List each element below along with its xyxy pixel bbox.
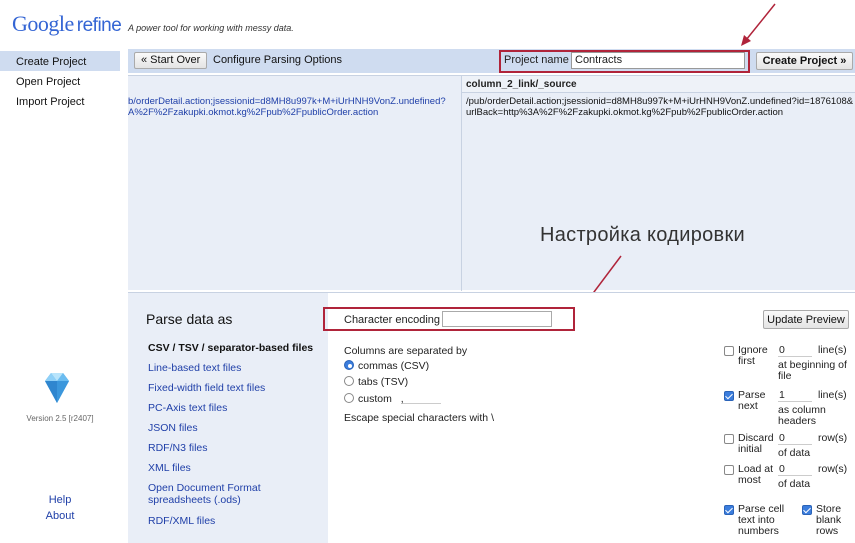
load-at-most-label-2: most — [738, 474, 761, 486]
encoding-annotation-text: Настройка кодировки — [540, 224, 746, 246]
parse-next-unit: line(s) — [818, 389, 847, 401]
column-divider — [461, 76, 462, 291]
load-at-most-tail: of data — [778, 478, 811, 490]
parse-next-checkbox[interactable] — [724, 391, 734, 401]
parse-next-label-2: next — [738, 400, 758, 412]
radio-icon — [344, 376, 354, 386]
ignore-count-input[interactable]: 0 — [778, 344, 812, 357]
parsing-toolbar: « Start Over Configure Parsing Options P… — [128, 49, 855, 73]
ignore-checkbox[interactable] — [724, 346, 734, 356]
format-item-csv[interactable]: CSV / TSV / separator-based files — [148, 342, 313, 354]
radio-custom-label: custom — [358, 393, 392, 405]
format-item-ods[interactable]: Open Document Format spreadsheets (.ods) — [148, 482, 298, 506]
format-item-json[interactable]: JSON files — [148, 422, 198, 434]
logo-refine-text: refine — [76, 15, 122, 36]
escape-characters-option[interactable]: Escape special characters with \ — [344, 412, 494, 424]
format-item-line-based[interactable]: Line-based text files — [148, 362, 241, 374]
parse-next-tail: as column headers — [778, 404, 826, 427]
diamond-logo-icon — [45, 373, 69, 403]
discard-tail: of data — [778, 447, 811, 459]
parse-cell-checkbox[interactable] — [724, 505, 734, 515]
radio-commas[interactable]: commas (CSV) — [344, 360, 429, 372]
store-blank-checkbox[interactable] — [802, 505, 812, 515]
radio-custom[interactable]: custom , — [344, 393, 441, 405]
data-preview-panel: column_2_link/_source b/orderDetail.acti… — [128, 75, 855, 291]
parse-cell-label: Parse cell text into numbers — [738, 503, 785, 537]
parse-options-panel: Parse data as CSV / TSV / separator-base… — [128, 292, 855, 543]
app-header: Google refine A power tool for working wi… — [0, 0, 855, 44]
radio-commas-label: commas (CSV) — [358, 360, 430, 372]
custom-separator-input[interactable]: , — [400, 393, 441, 405]
configure-parsing-title: Configure Parsing Options — [213, 54, 343, 66]
annotation-arrow-top — [741, 3, 776, 46]
radio-icon — [344, 393, 354, 403]
format-list: Parse data as CSV / TSV / separator-base… — [128, 293, 328, 543]
discard-checkbox[interactable] — [724, 434, 734, 444]
ignore-unit: line(s) — [818, 344, 847, 356]
project-name-highlight-box — [499, 50, 750, 73]
radio-checked-icon — [344, 360, 354, 370]
column-header[interactable]: column_2_link/_source — [462, 76, 855, 93]
logo-google-text: Google — [12, 11, 74, 36]
format-item-rdf-xml[interactable]: RDF/XML files — [148, 515, 215, 527]
sidebar-item-create-project[interactable]: Create Project — [0, 51, 120, 71]
format-item-xml[interactable]: XML files — [148, 462, 191, 474]
discard-label-2: initial — [738, 443, 762, 455]
help-link[interactable]: Help — [0, 494, 120, 506]
parse-data-as-title: Parse data as — [146, 311, 233, 327]
start-over-button[interactable]: « Start Over — [134, 52, 208, 69]
google-refine-logo[interactable]: Google refine — [12, 11, 122, 37]
radio-tabs[interactable]: tabs (TSV) — [344, 376, 408, 388]
parse-next-count-input[interactable]: 1 — [778, 389, 812, 402]
encoding-highlight-box — [323, 307, 575, 331]
radio-tabs-label: tabs (TSV) — [358, 376, 409, 388]
update-preview-button[interactable]: Update Preview — [763, 310, 849, 329]
format-item-fixed-width[interactable]: Fixed-width field text files — [148, 382, 265, 394]
discard-unit: row(s) — [818, 432, 848, 444]
preview-cell-right: /pub/orderDetail.action;jsessionid=d8MH8… — [466, 96, 854, 118]
sidebar-item-import-project[interactable]: Import Project — [0, 91, 120, 111]
format-item-pc-axis[interactable]: PC-Axis text files — [148, 402, 227, 414]
format-item-rdf-n3[interactable]: RDF/N3 files — [148, 442, 208, 454]
separator-title: Columns are separated by — [344, 345, 468, 357]
load-at-most-count-input[interactable]: 0 — [778, 463, 812, 476]
sidebar: Create Project Open Project Import Proje… — [0, 51, 120, 543]
version-label: Version 2.5 [r2407] — [26, 414, 94, 423]
ignore-label-2: first — [738, 355, 755, 367]
load-at-most-checkbox[interactable] — [724, 465, 734, 475]
sidebar-item-open-project[interactable]: Open Project — [0, 71, 120, 91]
create-project-button[interactable]: Create Project » — [756, 52, 853, 70]
ignore-tail: at beginning of file — [778, 359, 847, 382]
about-link[interactable]: About — [0, 510, 120, 522]
tagline: A power tool for working with messy data… — [128, 23, 294, 33]
load-at-most-unit: row(s) — [818, 463, 848, 475]
preview-cell-left[interactable]: b/orderDetail.action;jsessionid=d8MH8u99… — [128, 96, 460, 118]
store-blank-label: Store blank rows — [816, 503, 842, 537]
discard-count-input[interactable]: 0 — [778, 432, 812, 445]
